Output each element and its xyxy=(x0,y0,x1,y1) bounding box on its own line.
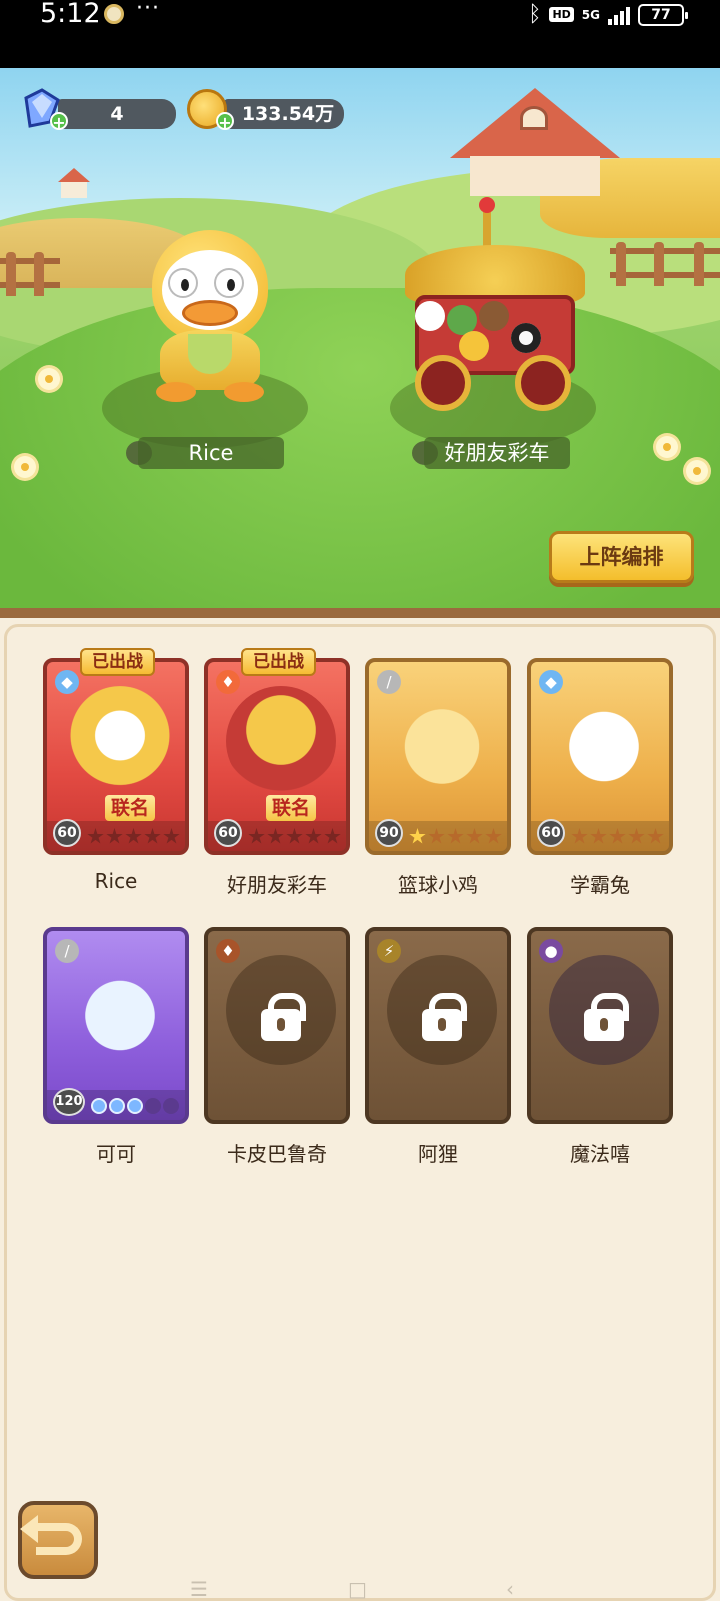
fire-element-icon: ♦ xyxy=(216,670,240,694)
sword-element-icon: / xyxy=(55,939,79,963)
back-button[interactable] xyxy=(18,1501,98,1579)
friends-float-portrait xyxy=(226,686,336,796)
coin-counter: 133.54万 xyxy=(224,99,344,129)
water-element-icon: ◆ xyxy=(539,670,563,694)
fire-element-icon: ♦ xyxy=(216,939,240,963)
character-card-keke[interactable]: / 120 xyxy=(43,927,189,1124)
gem-counter: 4 xyxy=(58,99,176,129)
collab-badge: 联名 xyxy=(105,795,156,821)
deployed-tag: 已出战 xyxy=(241,648,316,676)
menu-nav-icon[interactable]: ☰ xyxy=(190,1577,208,1601)
star-rating xyxy=(571,828,664,845)
more-notifications-icon: ··· xyxy=(136,0,160,21)
app-notification-icon xyxy=(104,4,124,24)
star-rating xyxy=(91,1098,179,1114)
water-element-icon: ◆ xyxy=(55,670,79,694)
lock-icon xyxy=(422,993,467,1041)
battery-icon: 77 xyxy=(638,3,688,26)
scholar-rabbit-portrait xyxy=(549,686,659,796)
signal-icon xyxy=(608,5,630,25)
card-name: 好朋友彩车 xyxy=(227,873,327,897)
character-card-scholar-rabbit[interactable]: ◆ 60 xyxy=(527,658,673,855)
potion-element-icon: ● xyxy=(539,939,563,963)
star-rating xyxy=(87,828,180,845)
back-arrow-icon xyxy=(20,1515,82,1555)
network-type: 5G xyxy=(581,7,600,22)
farm-house xyxy=(450,68,620,196)
flower-decoration xyxy=(656,436,678,458)
right-character-name: 好朋友彩车 xyxy=(424,437,570,469)
card-name: 魔法嘻 xyxy=(570,1142,630,1166)
status-indicators: ᛒ HD 5G 77 xyxy=(528,2,688,27)
flower-decoration xyxy=(38,368,60,390)
friends-parade-float[interactable] xyxy=(395,197,595,415)
distant-house xyxy=(58,168,90,198)
character-card-friends-float[interactable]: ♦ 联名 60 xyxy=(204,658,350,855)
keke-portrait xyxy=(65,955,175,1065)
character-card-ali-locked[interactable]: ⚡ xyxy=(365,927,511,1124)
collab-badge: 联名 xyxy=(266,795,317,821)
flower-decoration xyxy=(686,460,708,482)
add-gems-icon[interactable]: + xyxy=(50,112,68,132)
character-card-capybara-locked[interactable]: ♦ xyxy=(204,927,350,1124)
lineup-arrange-button[interactable]: 上阵编排 xyxy=(549,531,694,583)
fence xyxy=(610,242,720,286)
sword-element-icon: / xyxy=(377,670,401,694)
add-coins-icon[interactable]: + xyxy=(216,112,234,132)
star-rating xyxy=(248,828,341,845)
character-card-rice[interactable]: ◆ 联名 60 xyxy=(43,658,189,855)
level-badge: 60 xyxy=(53,819,81,847)
rice-duck-character[interactable] xyxy=(140,230,280,405)
character-card-basketball-chick[interactable]: / 90 xyxy=(365,658,511,855)
level-badge: 90 xyxy=(375,819,403,847)
system-navigation-bar: ☰ □ ‹ xyxy=(0,1575,720,1601)
status-time: 5:12 xyxy=(40,0,101,29)
card-name: Rice xyxy=(94,869,138,893)
fence xyxy=(0,252,60,296)
bluetooth-icon: ᛒ xyxy=(528,2,542,27)
card-name: 卡皮巴鲁奇 xyxy=(227,1142,327,1166)
card-name: 阿狸 xyxy=(418,1142,458,1166)
card-name: 可可 xyxy=(96,1142,136,1166)
lock-icon xyxy=(584,993,629,1041)
lock-icon xyxy=(261,993,306,1041)
status-bar: 5:12 ··· ᛒ HD 5G 77 xyxy=(0,0,720,68)
basketball-chick-portrait xyxy=(387,686,497,796)
character-card-magic-locked[interactable]: ● xyxy=(527,927,673,1124)
card-name: 学霸兔 xyxy=(570,873,630,897)
flower-decoration xyxy=(14,456,36,478)
hd-icon: HD xyxy=(549,7,574,22)
deployed-tag: 已出战 xyxy=(80,648,155,676)
card-name: 篮球小鸡 xyxy=(398,873,478,897)
level-badge: 60 xyxy=(537,819,565,847)
level-badge: 60 xyxy=(214,819,242,847)
star-rating xyxy=(409,828,502,845)
left-character-name: Rice xyxy=(138,437,284,469)
back-nav-icon[interactable]: ‹ xyxy=(506,1577,514,1601)
rice-portrait xyxy=(65,686,175,796)
level-badge: 120 xyxy=(53,1088,85,1116)
home-nav-icon[interactable]: □ xyxy=(348,1577,367,1601)
game-scene xyxy=(0,68,720,610)
lightning-element-icon: ⚡ xyxy=(377,939,401,963)
